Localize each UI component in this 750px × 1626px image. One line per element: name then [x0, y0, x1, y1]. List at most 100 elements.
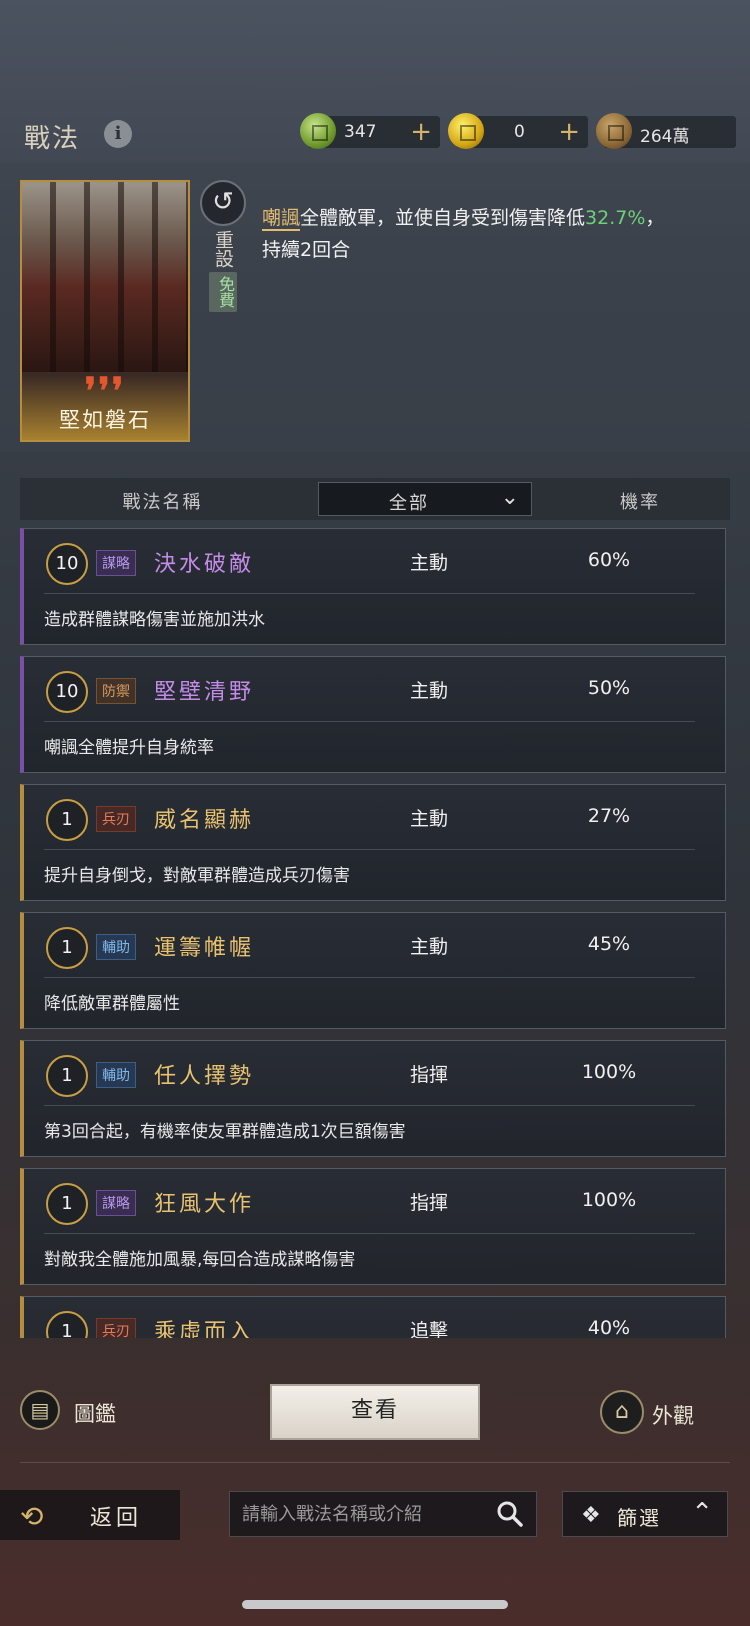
category-tag: 防禦 — [96, 678, 136, 704]
skill-row[interactable]: 1 輔助 任人擇勢 指揮 100% 第3回合起，有機率使友軍群體造成1次巨額傷害 — [20, 1040, 726, 1157]
category-tag: 兵刃 — [96, 1318, 136, 1338]
level-badge: 1 — [46, 1311, 88, 1338]
bottom-divider — [20, 1462, 730, 1463]
back-button[interactable]: ⟲ 返回 — [0, 1490, 180, 1540]
skill-card[interactable]: ❜❜❜ 堅如磐石 — [20, 180, 190, 442]
skill-rate: 50% — [587, 677, 631, 699]
skill-rate: 40% — [587, 1317, 631, 1338]
skill-list[interactable]: 10 謀略 決水破敵 主動 60% 造成群體謀略傷害並施加洪水 10 防禦 堅壁… — [20, 528, 732, 1338]
reset-icon[interactable]: ↺ — [200, 180, 246, 226]
skill-row[interactable]: 10 防禦 堅壁清野 主動 50% 嘲諷全體提升自身統率 — [20, 656, 726, 773]
row-divider — [44, 849, 695, 850]
desc-value: 32.7% — [585, 207, 646, 229]
selected-skill-panel: ❜❜❜ 堅如磐石 ↺ 重設 免費 嘲諷全體敵軍，並使自身受到傷害降低32.7%，… — [0, 162, 750, 452]
chevron-down-icon: ⌄ — [500, 485, 519, 510]
level-badge: 1 — [46, 1183, 88, 1225]
filter-label: 篩選 — [617, 1506, 661, 1530]
search-icon[interactable] — [496, 1500, 524, 1528]
add-jade-button[interactable]: + — [410, 116, 432, 148]
skill-row[interactable]: 1 謀略 狂風大作 指揮 100% 對敵我全體施加風暴,每回合造成謀略傷害 — [20, 1168, 726, 1285]
skill-rate: 45% — [587, 933, 631, 955]
jade-amount: 347 — [344, 122, 377, 142]
level-badge: 10 — [46, 671, 88, 713]
chevron-up-icon: ⌃ — [691, 1498, 713, 1528]
column-header-name: 戰法名稱 — [122, 492, 203, 513]
skill-row[interactable]: 1 兵刃 乘虛而入 追擊 40% — [20, 1296, 726, 1338]
home-indicator[interactable] — [242, 1600, 508, 1609]
skill-name: 運籌帷幄 — [154, 936, 255, 961]
skill-type: 主動 — [409, 808, 448, 830]
row-divider — [44, 1105, 695, 1106]
skill-row[interactable]: 1 兵刃 威名顯赫 主動 27% 提升自身倒戈，對敵軍群體造成兵刃傷害 — [20, 784, 726, 901]
gold-coin-icon — [448, 113, 484, 149]
row-divider — [44, 977, 695, 978]
info-icon[interactable]: i — [104, 120, 132, 148]
search-input[interactable] — [242, 1492, 482, 1536]
jade-coin-icon — [300, 113, 336, 149]
skill-summary: 第3回合起，有機率使友軍群體造成1次巨額傷害 — [44, 1122, 406, 1142]
keyword-taunt[interactable]: 嘲諷 — [262, 207, 301, 231]
skill-name: 堅壁清野 — [154, 680, 255, 705]
filter-diamond-icon: ❖ — [581, 1503, 601, 1528]
skill-type: 主動 — [409, 680, 448, 702]
appearance-label: 外觀 — [652, 1404, 694, 1428]
card-name: 堅如磐石 — [59, 408, 151, 432]
copper-amount: 264萬 — [640, 127, 690, 147]
resource-copper: 264萬 — [596, 113, 736, 149]
filter-button[interactable]: ❖ 篩選 ⌃ — [562, 1491, 728, 1537]
reset-label[interactable]: 重設 — [209, 230, 237, 268]
skill-row[interactable]: 10 謀略 決水破敵 主動 60% 造成群體謀略傷害並施加洪水 — [20, 528, 726, 645]
skill-name: 決水破敵 — [154, 552, 255, 577]
category-tag: 輔助 — [96, 1062, 136, 1088]
top-bar: 戰法 i 347 + 0 + 264萬 — [0, 110, 750, 162]
skill-rate: 60% — [587, 549, 631, 571]
row-divider — [44, 593, 695, 594]
filter-value: 全部 — [389, 493, 429, 514]
skill-summary: 降低敵軍群體屬性 — [44, 994, 180, 1014]
free-badge: 免費 — [209, 272, 237, 312]
skill-description: 嘲諷全體敵軍，並使自身受到傷害降低32.7%，持續2回合 — [262, 202, 682, 266]
skill-type: 主動 — [409, 552, 448, 574]
skill-name: 狂風大作 — [154, 1192, 255, 1217]
atlas-label: 圖鑑 — [74, 1402, 116, 1426]
level-badge: 1 — [46, 1055, 88, 1097]
skill-summary: 提升自身倒戈，對敵軍群體造成兵刃傷害 — [44, 866, 350, 886]
category-tag: 兵刃 — [96, 806, 136, 832]
skill-row[interactable]: 1 輔助 運籌帷幄 主動 45% 降低敵軍群體屬性 — [20, 912, 726, 1029]
pavilion-icon: ⌂ — [600, 1390, 644, 1434]
view-button[interactable]: 查看 — [270, 1384, 480, 1440]
category-filter-dropdown[interactable]: 全部 ⌄ — [318, 482, 532, 516]
add-gold-button[interactable]: + — [558, 116, 580, 148]
column-header-rate: 機率 — [620, 492, 660, 513]
gold-amount: 0 — [514, 122, 525, 142]
category-tag: 輔助 — [96, 934, 136, 960]
category-tag: 謀略 — [96, 550, 136, 576]
card-artwork — [22, 182, 188, 372]
copper-coin-icon — [596, 113, 632, 149]
category-tag: 謀略 — [96, 1190, 136, 1216]
back-arrow-icon: ⟲ — [20, 1500, 44, 1533]
search-box — [229, 1491, 537, 1537]
skill-name: 威名顯赫 — [154, 808, 255, 833]
skill-summary: 造成群體謀略傷害並施加洪水 — [44, 610, 265, 630]
atlas-icon: ▤ — [20, 1390, 60, 1430]
level-badge: 1 — [46, 799, 88, 841]
resource-jade: 347 + — [300, 113, 440, 149]
page-title: 戰法 — [24, 124, 81, 154]
row-divider — [44, 721, 695, 722]
back-label: 返回 — [90, 1506, 143, 1531]
skill-type: 指揮 — [409, 1192, 448, 1214]
level-badge: 1 — [46, 927, 88, 969]
skill-rate: 100% — [581, 1061, 637, 1083]
skill-name: 乘虛而入 — [154, 1320, 255, 1338]
row-divider — [44, 1233, 695, 1234]
skill-type: 指揮 — [409, 1064, 448, 1086]
skill-name: 任人擇勢 — [154, 1064, 255, 1089]
resource-gold: 0 + — [448, 113, 588, 149]
table-header: 戰法名稱 全部 ⌄ 機率 — [20, 478, 730, 520]
skill-summary: 嘲諷全體提升自身統率 — [44, 738, 214, 758]
skill-rate: 27% — [587, 805, 631, 827]
desc-text-1: 全體敵軍，並使自身受到傷害降低 — [300, 207, 586, 229]
reset-control[interactable]: ↺ 重設 免費 — [200, 180, 246, 312]
skill-type: 追擊 — [409, 1320, 448, 1338]
